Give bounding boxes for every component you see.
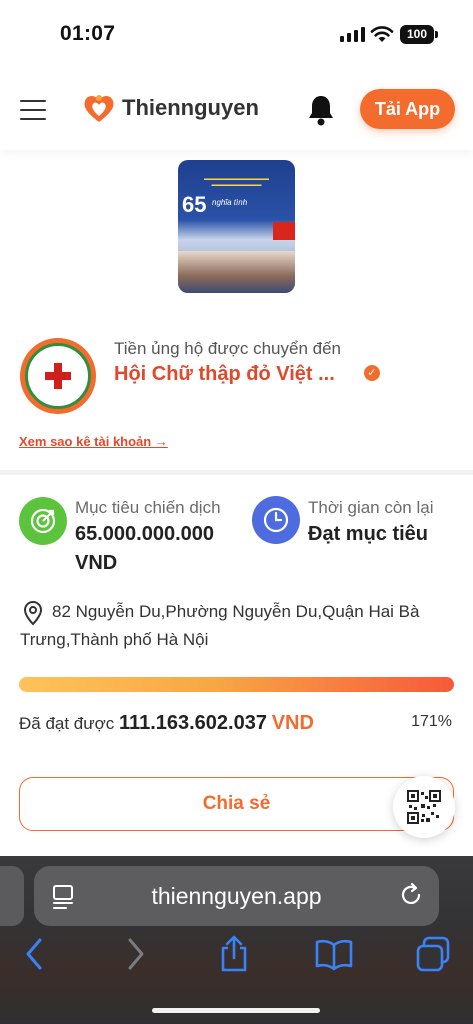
- home-indicator: [152, 1008, 320, 1013]
- progress-bar: [19, 677, 454, 692]
- time-remaining-value: Đạt mục tiêu: [308, 523, 429, 545]
- browser-toolbar: thiennguyen.app: [0, 856, 473, 1024]
- goal-label: Mục tiêu chiến dịch: [75, 498, 221, 517]
- forward-arrow-icon[interactable]: [124, 934, 148, 974]
- logo-text: Thiennguyen: [122, 95, 259, 120]
- banner-text-decoration: ▬▬▬▬▬▬▬▬▬▬▬▬▬ ▬▬▬▬▬▬▬▬▬▬: [204, 176, 269, 188]
- heart-hands-icon: [84, 95, 114, 122]
- target-icon: [19, 497, 67, 545]
- achieved-amount: Đã đạt được 111.163.602.037 VND: [19, 712, 314, 735]
- campaign-address: 82 Nguyễn Du,Phường Nguyễn Du,Quận Hai B…: [20, 598, 450, 654]
- recipient-organization: Tiền ủng hộ được chuyển đến Hội Chữ thập…: [0, 320, 473, 460]
- goal-value: 65.000.000.000: [75, 523, 215, 545]
- achieved-unit: VND: [271, 712, 314, 734]
- time-remaining-label: Thời gian còn lại: [308, 498, 434, 517]
- verified-check-icon: ✓: [364, 365, 380, 381]
- section-divider: [0, 470, 473, 475]
- browser-nav-row: [0, 934, 473, 982]
- signal-icon: [340, 27, 365, 42]
- organization-name-link[interactable]: Hội Chữ thập đỏ Việt ...: [114, 363, 335, 386]
- back-arrow-icon[interactable]: [22, 934, 46, 974]
- recipient-label: Tiền ủng hộ được chuyển đến: [114, 339, 341, 358]
- status-bar: 01:07 100: [0, 0, 473, 70]
- achieved-label: Đã đạt được: [19, 714, 115, 733]
- qr-code-icon[interactable]: [393, 776, 455, 838]
- vietnam-flag-image: [273, 222, 295, 240]
- battery-indicator: 100: [400, 25, 438, 44]
- status-time: 01:07: [60, 22, 116, 45]
- site-header: Thiennguyen Tải App: [0, 70, 473, 150]
- site-logo[interactable]: Thiennguyen: [82, 92, 259, 124]
- address-bar[interactable]: thiennguyen.app: [34, 866, 439, 926]
- download-app-button[interactable]: Tải App: [360, 89, 455, 129]
- bell-icon[interactable]: [306, 93, 336, 127]
- campaign-banner-image: ▬▬▬▬▬▬▬▬▬▬▬▬▬ ▬▬▬▬▬▬▬▬▬▬ 65 nghĩa tình: [178, 160, 295, 293]
- url-text: thiennguyen.app: [151, 883, 322, 909]
- address-text: 82 Nguyễn Du,Phường Nguyễn Du,Quận Hai B…: [20, 602, 420, 649]
- reload-icon[interactable]: [398, 882, 424, 908]
- banner-number: 65: [182, 192, 207, 217]
- progress-percent: 171%: [411, 713, 452, 730]
- view-statement-link[interactable]: Xem sao kê tài khoản →: [19, 434, 168, 449]
- share-button[interactable]: Chia sẻ: [19, 777, 454, 831]
- tabs-icon[interactable]: [414, 934, 452, 974]
- goal-unit: VND: [75, 552, 118, 574]
- banner-crowd-image: [178, 251, 295, 293]
- red-cross-logo[interactable]: [20, 338, 96, 414]
- book-icon[interactable]: [314, 934, 354, 974]
- previous-tab-peek[interactable]: [0, 866, 24, 926]
- share-icon[interactable]: [218, 934, 250, 974]
- wifi-icon: [370, 26, 394, 42]
- clock-icon: [252, 496, 300, 544]
- hamburger-icon[interactable]: [20, 100, 46, 120]
- banner-subtitle: nghĩa tình: [212, 198, 248, 207]
- achieved-value: 111.163.602.037: [119, 712, 267, 734]
